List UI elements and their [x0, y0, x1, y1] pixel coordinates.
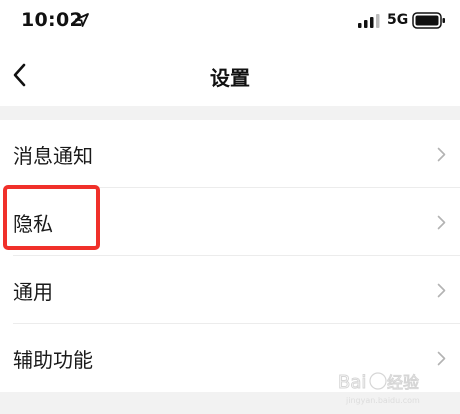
- chevron-right-icon: [437, 147, 446, 162]
- chevron-right-icon: [437, 351, 446, 366]
- section-gap: [0, 106, 460, 120]
- status-bar: 10:02 5G: [0, 0, 460, 44]
- settings-item-label: 消息通知: [13, 144, 93, 168]
- nav-bar: 设置: [0, 44, 460, 106]
- settings-item-label: 辅助功能: [13, 348, 93, 372]
- settings-item-general[interactable]: 通用: [0, 256, 460, 324]
- network-type: 5G: [387, 12, 409, 28]
- settings-list: 消息通知 隐私 通用 辅助功能: [0, 120, 460, 392]
- chevron-right-icon: [437, 215, 446, 230]
- settings-item-label: 通用: [13, 280, 53, 304]
- location-arrow-icon: [75, 13, 89, 27]
- battery-icon: [412, 12, 445, 29]
- signal-icon: [358, 14, 380, 28]
- chevron-right-icon: [437, 283, 446, 298]
- settings-item-notifications[interactable]: 消息通知: [0, 120, 460, 188]
- page-title: 设置: [210, 66, 250, 90]
- section-gap-bottom: [0, 392, 460, 414]
- settings-item-accessibility[interactable]: 辅助功能: [0, 324, 460, 392]
- highlight-annotation: [3, 185, 100, 250]
